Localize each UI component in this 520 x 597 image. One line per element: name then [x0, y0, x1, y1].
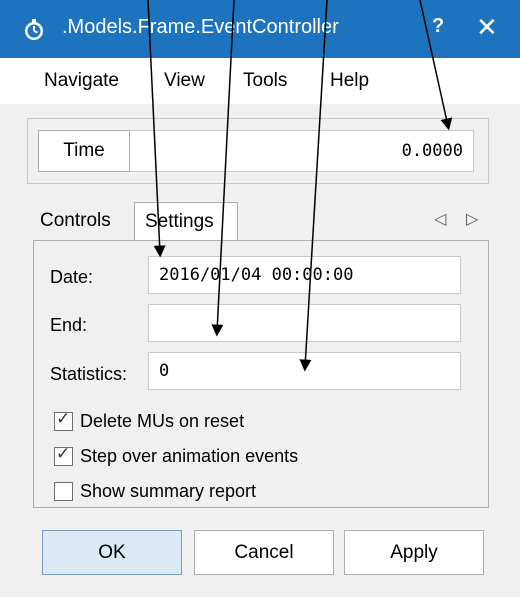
- time-button[interactable]: Time: [38, 130, 130, 172]
- time-value-field[interactable]: 0.0000: [130, 130, 474, 172]
- statistics-field[interactable]: 0: [148, 352, 461, 390]
- checkmark-icon: ✓: [56, 444, 71, 463]
- step-over-label: Step over animation events: [80, 446, 299, 466]
- menu-view[interactable]: View: [164, 70, 205, 92]
- end-field[interactable]: [148, 304, 461, 342]
- tab-settings[interactable]: Settings: [134, 202, 238, 241]
- delete-mus-checkbox-row[interactable]: ✓ Delete MUs on reset: [54, 409, 245, 432]
- step-over-checkbox-row[interactable]: ✓ Step over animation events: [54, 444, 299, 467]
- delete-mus-label: Delete MUs on reset: [80, 411, 245, 431]
- menu-tools[interactable]: Tools: [243, 70, 287, 92]
- apply-button[interactable]: Apply: [344, 530, 484, 575]
- tab-prev-icon[interactable]: ◁: [434, 209, 446, 229]
- summary-report-label: Show summary report: [80, 481, 257, 501]
- date-label: Date:: [50, 267, 94, 287]
- window-title: .Models.Frame.EventController: [62, 16, 339, 38]
- tab-next-icon[interactable]: ▷: [466, 209, 478, 229]
- cancel-button[interactable]: Cancel: [194, 530, 334, 575]
- summary-report-checkbox[interactable]: [54, 482, 73, 501]
- menu-bar: Navigate View Tools Help: [0, 58, 520, 104]
- delete-mus-checkbox[interactable]: ✓: [54, 409, 73, 431]
- summary-report-checkbox-row[interactable]: Show summary report: [54, 481, 256, 502]
- checkmark-icon: ✓: [56, 409, 71, 428]
- tab-controls[interactable]: Controls: [40, 210, 111, 232]
- title-bar: .Models.Frame.EventController ? ✕: [0, 0, 520, 58]
- menu-help[interactable]: Help: [330, 70, 369, 92]
- statistics-label: Statistics:: [50, 364, 128, 384]
- stopwatch-icon: [25, 19, 43, 40]
- step-over-checkbox[interactable]: ✓: [54, 444, 73, 466]
- ok-button[interactable]: OK: [42, 530, 182, 575]
- help-button[interactable]: ?: [432, 15, 444, 38]
- end-label: End:: [50, 315, 88, 335]
- close-button[interactable]: ✕: [476, 12, 498, 43]
- menu-navigate[interactable]: Navigate: [44, 70, 119, 92]
- date-field[interactable]: 2016/01/04 00:00:00: [148, 256, 461, 294]
